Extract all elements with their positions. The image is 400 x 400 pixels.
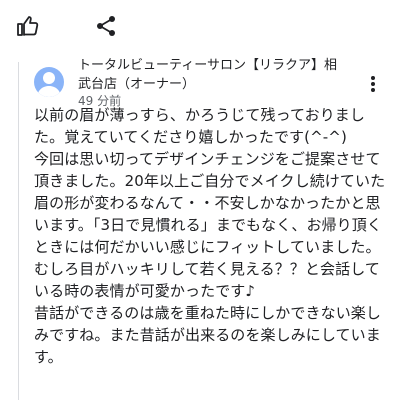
owner-name-line1: トータルビューティーサロン【リラクア】相 [78,58,337,73]
owner-reply-text: 以前の眉が薄っすら、かろうじて残っておりました。覚えていてくださり嬉しかったです… [34,106,386,366]
owner-name[interactable]: トータルビューティーサロン【リラクア】相 武台店（オーナー） [78,56,358,94]
person-icon [37,72,61,97]
reply-divider [18,62,19,400]
more-vert-icon[interactable] [367,74,379,94]
review-actions [16,14,136,42]
thumbs-up-icon[interactable] [16,14,40,38]
owner-name-line2: 武台店（オーナー） [78,77,196,92]
review-reply-page: トータルビューティーサロン【リラクア】相 武台店（オーナー） 49 分前 以前の… [0,0,400,400]
avatar[interactable] [34,67,64,97]
share-icon[interactable] [94,14,118,38]
